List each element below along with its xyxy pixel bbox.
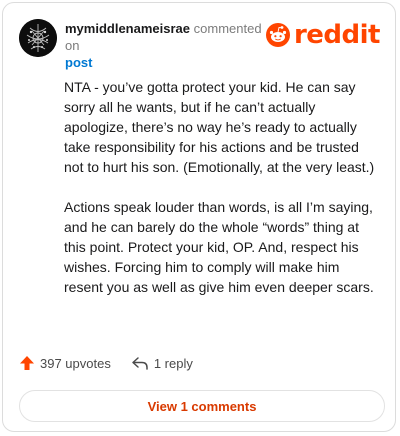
reddit-alien-icon xyxy=(265,23,290,47)
comment-body: NTA - you’ve gotta protect your kid. He … xyxy=(64,77,382,317)
avatar[interactable] xyxy=(19,19,57,57)
comment-paragraph-2: Actions speak louder than words, is all … xyxy=(64,199,374,295)
upvote-count: 397 upvotes xyxy=(40,355,111,371)
comment-card: mymiddlenameisrae commented on post redd… xyxy=(2,2,396,432)
reply-arrow-icon xyxy=(132,357,148,370)
upvote-button[interactable]: 397 upvotes xyxy=(19,355,111,371)
username[interactable]: mymiddlenameisrae xyxy=(65,21,190,36)
comment-meta: mymiddlenameisrae commented on post xyxy=(65,20,277,71)
view-comments-button[interactable]: View 1 comments xyxy=(19,390,385,422)
upvote-arrow-icon xyxy=(20,356,34,370)
reply-button[interactable]: 1 reply xyxy=(131,356,193,371)
comment-paragraph-1: NTA - you’ve gotta protect your kid. He … xyxy=(64,79,375,175)
comment-actions: 397 upvotes 1 reply xyxy=(19,355,193,371)
post-link[interactable]: post xyxy=(65,54,92,71)
reddit-wordmark: reddit xyxy=(293,20,381,50)
reddit-logo: reddit xyxy=(265,20,381,50)
reply-count: 1 reply xyxy=(153,355,193,371)
